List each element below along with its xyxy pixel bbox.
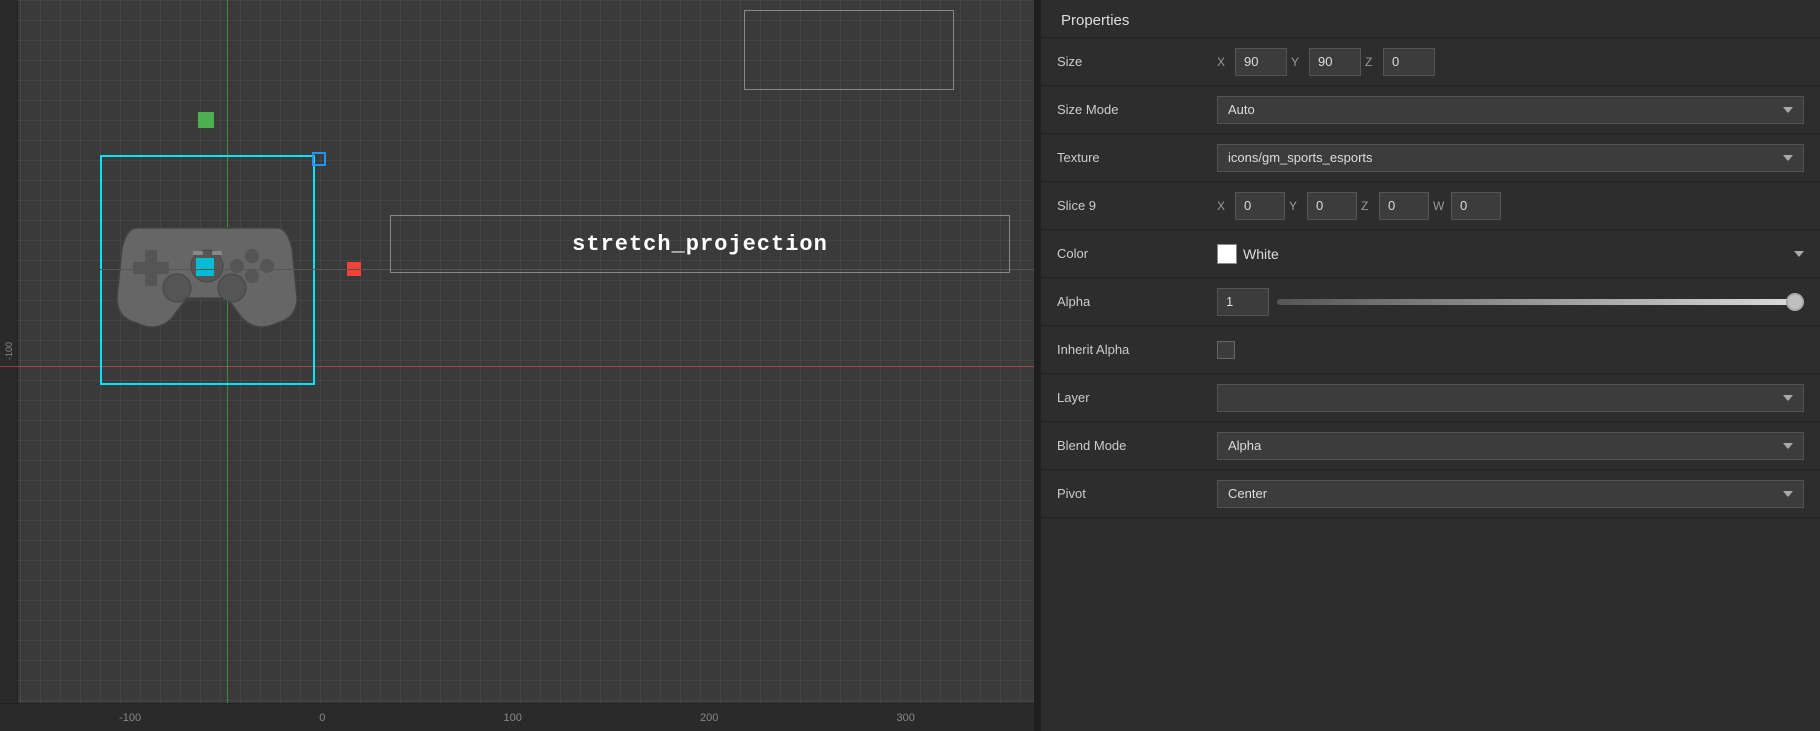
layer-dropdown[interactable] [1217,384,1804,412]
prop-label-inherit-alpha: Inherit Alpha [1057,342,1217,357]
y-label-size: Y [1291,55,1305,69]
alpha-input[interactable] [1217,288,1269,316]
slice9-z-input[interactable] [1379,192,1429,220]
prop-label-pivot: Pivot [1057,486,1217,501]
color-dropdown-chevron[interactable] [1794,251,1804,257]
blend-mode-chevron [1783,443,1793,449]
prop-value-texture: icons/gm_sports_esports [1217,144,1804,172]
texture-value: icons/gm_sports_esports [1228,150,1373,165]
color-value-text: White [1243,246,1279,262]
ruler-left-label: -100 [4,342,14,360]
prop-value-color: White [1217,244,1804,264]
alpha-slider-track[interactable] [1277,299,1804,305]
prop-value-layer [1217,384,1804,412]
handle-center-cyan[interactable] [196,258,214,276]
size-y-input[interactable] [1309,48,1361,76]
prop-row-alpha: Alpha [1041,278,1820,326]
alpha-slider-thumb[interactable] [1786,293,1804,311]
prop-row-layer: Layer [1041,374,1820,422]
inherit-alpha-checkbox[interactable] [1217,341,1235,359]
texture-chevron [1783,155,1793,161]
ruler-label-4: 300 [897,712,915,724]
prop-label-blend-mode: Blend Mode [1057,438,1217,453]
stretch-projection-box: stretch_projection [390,215,1010,273]
prop-row-pivot: Pivot Center [1041,470,1820,518]
blend-mode-value: Alpha [1228,438,1261,453]
slice9-w-input[interactable] [1451,192,1501,220]
color-swatch[interactable] [1217,244,1237,264]
ruler-left: -100 [0,0,18,703]
top-right-box [744,10,954,90]
prop-row-blend-mode: Blend Mode Alpha [1041,422,1820,470]
prop-row-color: Color White [1041,230,1820,278]
prop-row-slice9: Slice 9 X Y Z W [1041,182,1820,230]
size-z-input[interactable] [1383,48,1435,76]
prop-row-inherit-alpha: Inherit Alpha [1041,326,1820,374]
pivot-chevron [1783,491,1793,497]
handle-corner-blue[interactable] [312,152,326,166]
size-mode-value: Auto [1228,102,1255,117]
size-x-input[interactable] [1235,48,1287,76]
ruler-bottom: -100 0 100 200 300 [0,703,1034,731]
slice9-x-input[interactable] [1235,192,1285,220]
prop-row-size: Size X Y Z [1041,38,1820,86]
w-label-slice9: W [1433,199,1447,213]
blend-mode-dropdown[interactable]: Alpha [1217,432,1804,460]
prop-value-size-mode: Auto [1217,96,1804,124]
prop-value-inherit-alpha [1217,341,1804,359]
prop-label-size: Size [1057,54,1217,69]
pivot-value: Center [1228,486,1267,501]
prop-label-color: Color [1057,246,1217,261]
canvas-viewport[interactable]: -100 + [0,0,1034,731]
prop-label-texture: Texture [1057,150,1217,165]
prop-value-size: X Y Z [1217,48,1804,76]
ruler-label-3: 200 [700,712,718,724]
ruler-label-0: -100 [119,712,141,724]
slice9-y-input[interactable] [1307,192,1357,220]
stretch-projection-label: stretch_projection [572,232,828,257]
texture-dropdown[interactable]: icons/gm_sports_esports [1217,144,1804,172]
panel-title: Properties [1041,0,1820,38]
prop-label-size-mode: Size Mode [1057,102,1217,117]
pivot-dropdown[interactable]: Center [1217,480,1804,508]
properties-panel: Properties Size X Y Z Size Mode Auto Tex… [1040,0,1820,731]
prop-label-layer: Layer [1057,390,1217,405]
handle-top-green[interactable] [198,112,214,128]
ruler-label-1: 0 [319,712,325,724]
z-label-size: Z [1365,55,1379,69]
prop-value-slice9: X Y Z W [1217,192,1804,220]
size-mode-chevron [1783,107,1793,113]
x-label-slice9: X [1217,199,1231,213]
prop-label-slice9: Slice 9 [1057,198,1217,213]
prop-label-alpha: Alpha [1057,294,1217,309]
y-label-slice9: Y [1289,199,1303,213]
prop-value-blend-mode: Alpha [1217,432,1804,460]
ruler-label-2: 100 [504,712,522,724]
size-mode-dropdown[interactable]: Auto [1217,96,1804,124]
prop-value-pivot: Center [1217,480,1804,508]
prop-row-texture: Texture icons/gm_sports_esports [1041,134,1820,182]
x-label-size: X [1217,55,1231,69]
prop-value-alpha [1217,288,1804,316]
prop-row-size-mode: Size Mode Auto [1041,86,1820,134]
z-label-slice9: Z [1361,199,1375,213]
layer-chevron [1783,395,1793,401]
